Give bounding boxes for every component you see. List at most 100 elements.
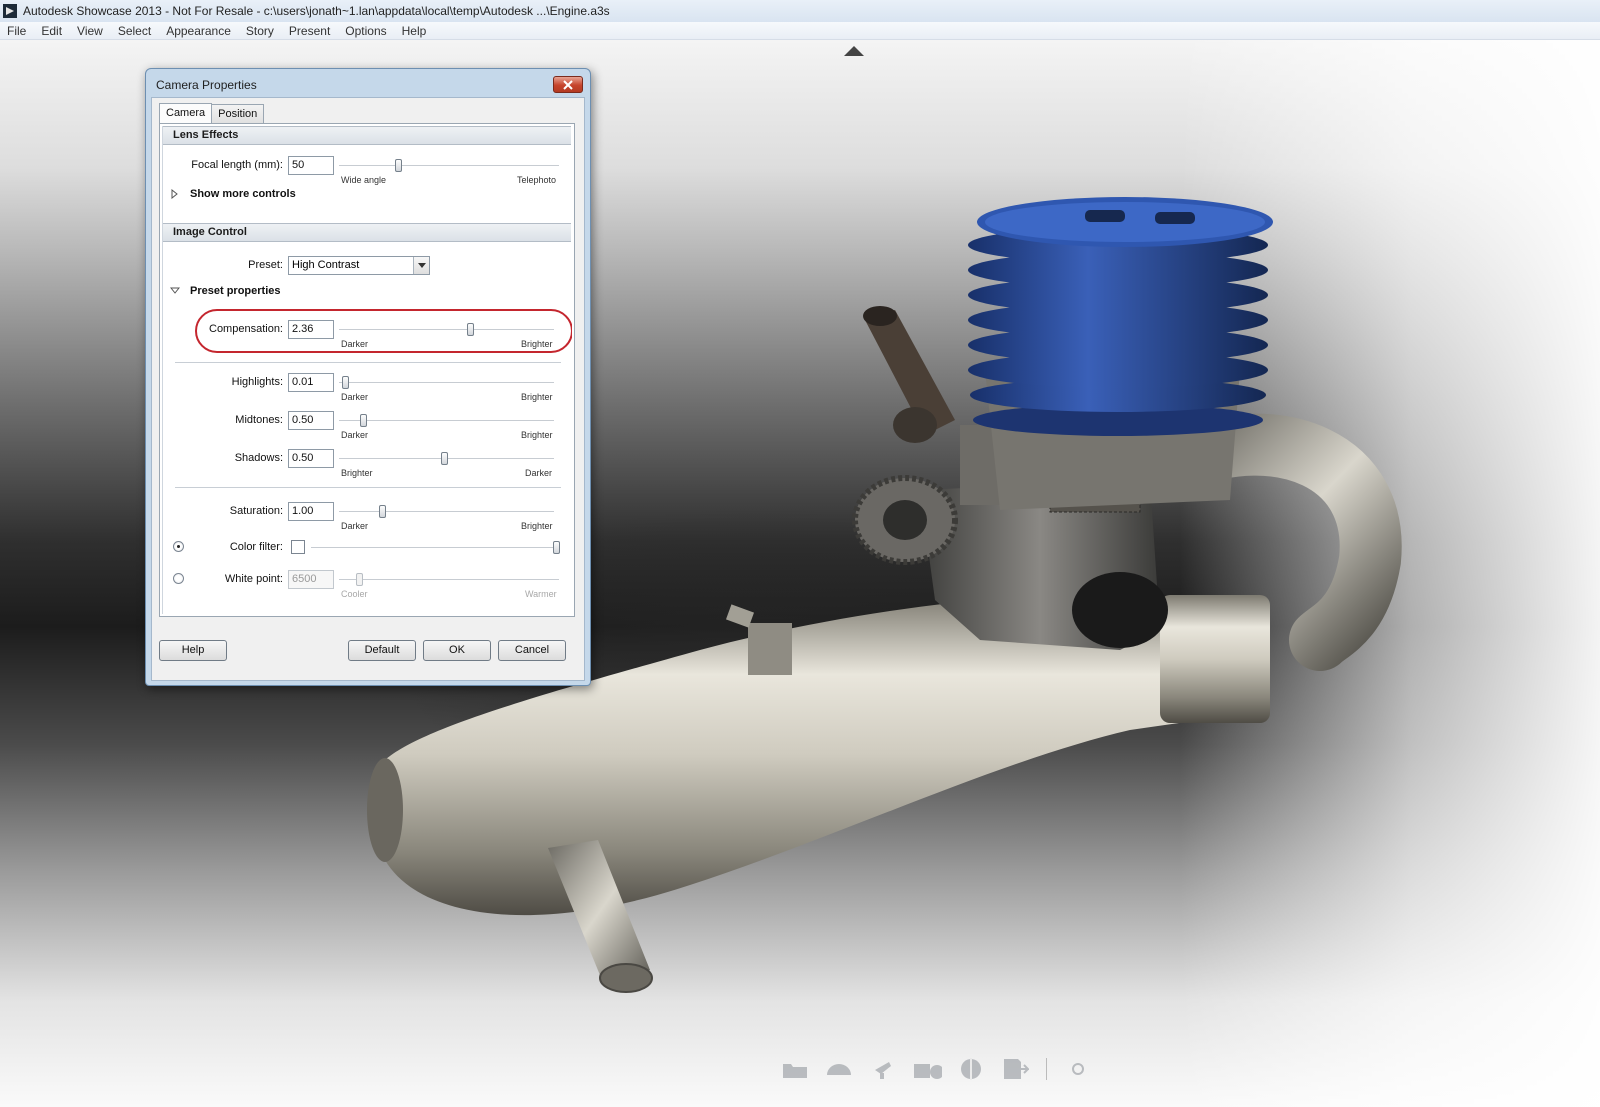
ok-button[interactable]: OK	[423, 640, 491, 661]
slider-thumb[interactable]	[395, 159, 403, 172]
saturation-left-caption: Darker	[341, 521, 369, 531]
app-icon	[3, 4, 17, 18]
saturation-right-caption: Brighter	[521, 521, 553, 531]
properties-panel[interactable]: Lens Effects Focal length (mm): 50 Wide …	[162, 126, 572, 614]
menu-appearance[interactable]: Appearance	[159, 24, 239, 38]
cylinder-head	[968, 197, 1273, 436]
muffler-collar	[1160, 595, 1270, 723]
telephoto-caption: Telephoto	[517, 175, 557, 185]
menu-file[interactable]: File	[0, 24, 34, 38]
expand-arrow-icon	[171, 189, 178, 199]
highlights-left-caption: Darker	[341, 392, 369, 402]
tab-bar: Camera Position	[159, 103, 265, 124]
slider-thumb[interactable]	[342, 376, 350, 389]
slider-thumb[interactable]	[467, 323, 475, 336]
title-bar: Autodesk Showcase 2013 - Not For Resale …	[0, 0, 1600, 22]
midtones-right-caption: Brighter	[521, 430, 553, 440]
help-button[interactable]: Help	[159, 640, 227, 661]
default-button[interactable]: Default	[348, 640, 416, 661]
window-title: Autodesk Showcase 2013 - Not For Resale …	[23, 4, 610, 18]
menu-edit[interactable]: Edit	[34, 24, 70, 38]
shadows-slider[interactable]	[339, 452, 554, 466]
shadows-label: Shadows:	[234, 452, 283, 464]
slider-thumb[interactable]	[359, 414, 367, 427]
compensation-slider[interactable]	[339, 323, 554, 337]
midtones-left-caption: Darker	[341, 430, 369, 440]
preset-properties-label: Preset properties	[190, 285, 281, 297]
divider	[175, 487, 561, 488]
preset-value: High Contrast	[292, 259, 360, 271]
saturation-label: Saturation:	[229, 505, 283, 517]
materials-icon[interactable]	[956, 1057, 986, 1081]
dialog-title: Camera Properties	[156, 78, 257, 92]
shadows-input[interactable]: 0.50	[288, 449, 334, 468]
camera-tab-page: Lens Effects Focal length (mm): 50 Wide …	[159, 123, 575, 617]
focal-length-label: Focal length (mm):	[191, 159, 283, 171]
lights-icon[interactable]	[868, 1057, 898, 1081]
tools-icon[interactable]	[1063, 1057, 1093, 1081]
focal-length-slider[interactable]	[339, 159, 559, 173]
compensation-right-caption: Brighter	[521, 339, 553, 349]
shadows-right-caption: Darker	[525, 468, 553, 478]
menu-help[interactable]: Help	[395, 24, 435, 38]
camera-icon[interactable]	[912, 1057, 942, 1081]
white-point-input[interactable]: 6500	[288, 570, 334, 589]
tab-position[interactable]: Position	[211, 104, 265, 123]
saturation-input[interactable]: 1.00	[288, 502, 334, 521]
saturation-slider[interactable]	[339, 505, 554, 519]
compensation-label: Compensation:	[209, 323, 283, 335]
dropdown-arrow-icon[interactable]	[413, 257, 429, 274]
white-point-slider[interactable]	[339, 573, 559, 587]
menu-story[interactable]: Story	[239, 24, 282, 38]
tab-camera[interactable]: Camera	[159, 103, 213, 123]
environment-icon[interactable]	[824, 1057, 854, 1081]
slider-thumb[interactable]	[379, 505, 386, 518]
show-more-controls-label: Show more controls	[190, 188, 296, 200]
collapse-toolbar-arrow-icon[interactable]	[844, 46, 864, 56]
white-point-label: White point:	[224, 573, 283, 585]
camera-properties-dialog: Camera Properties Camera Position Lens E…	[145, 68, 591, 686]
white-point-left-caption: Cooler	[341, 589, 368, 599]
compensation-left-caption: Darker	[341, 339, 369, 349]
close-icon	[563, 79, 573, 90]
white-point-right-caption: Warmer	[525, 589, 557, 599]
dialog-body: Camera Position Lens Effects Focal lengt…	[151, 97, 585, 681]
midtones-label: Midtones:	[235, 414, 283, 426]
slider-thumb[interactable]	[441, 452, 449, 465]
midtones-input[interactable]: 0.50	[288, 411, 334, 430]
section-image-control[interactable]: Image Control	[163, 223, 571, 242]
color-filter-swatch[interactable]	[291, 540, 305, 554]
compensation-input[interactable]: 2.36	[288, 320, 334, 339]
pressure-fitting	[748, 623, 792, 675]
muffler-end-cap	[367, 758, 403, 862]
bottom-toolbar	[780, 1054, 1093, 1084]
midtones-slider[interactable]	[339, 414, 554, 428]
folder-icon[interactable]	[780, 1057, 810, 1081]
presentation-icon[interactable]	[1000, 1057, 1030, 1081]
slider-thumb[interactable]	[355, 573, 363, 586]
focal-length-input[interactable]: 50	[288, 156, 334, 175]
color-filter-label: Color filter:	[229, 541, 283, 553]
wide-angle-caption: Wide angle	[341, 175, 387, 185]
toolbar-separator	[1046, 1058, 1047, 1080]
highlights-input[interactable]: 0.01	[288, 373, 334, 392]
show-more-controls-expander[interactable]: Show more controls	[170, 188, 296, 200]
close-button[interactable]	[553, 76, 583, 93]
color-filter-slider[interactable]	[311, 541, 560, 555]
slider-thumb[interactable]	[553, 541, 560, 554]
section-lens-effects[interactable]: Lens Effects	[163, 126, 571, 145]
highlights-slider[interactable]	[339, 376, 554, 390]
menu-select[interactable]: Select	[111, 24, 159, 38]
cancel-button[interactable]: Cancel	[498, 640, 566, 661]
collapse-arrow-icon	[170, 287, 180, 294]
preset-dropdown[interactable]: High Contrast	[288, 256, 430, 275]
highlights-label: Highlights:	[231, 376, 283, 388]
preset-properties-expander[interactable]: Preset properties	[170, 285, 280, 297]
divider	[175, 362, 561, 363]
highlights-right-caption: Brighter	[521, 392, 553, 402]
preset-label: Preset:	[248, 259, 283, 271]
menu-view[interactable]: View	[70, 24, 111, 38]
menu-bar: File Edit View Select Appearance Story P…	[0, 22, 1600, 40]
menu-present[interactable]: Present	[282, 24, 338, 38]
menu-options[interactable]: Options	[338, 24, 394, 38]
